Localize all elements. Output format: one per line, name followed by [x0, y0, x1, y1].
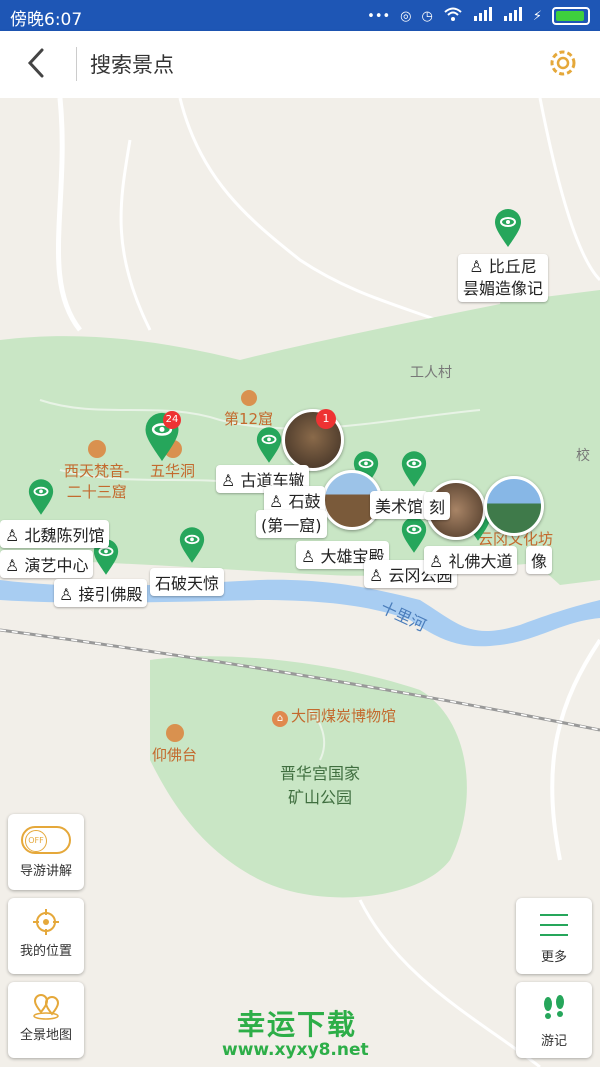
footprints-icon	[544, 995, 564, 1019]
spot-label[interactable]: ♙ 演艺中心	[0, 550, 94, 578]
person-icon: ♙	[5, 526, 20, 545]
cluster-badge: 24	[163, 411, 181, 429]
more-button[interactable]: 更多	[516, 898, 592, 974]
spot-label[interactable]: 石破天惊	[150, 568, 225, 596]
pin-icon[interactable]	[400, 450, 428, 488]
status-icons: ••• ◎ ◷ ⚡	[367, 6, 590, 26]
guide-toggle-button[interactable]: OFF 导游讲解	[8, 814, 84, 890]
spot-label[interactable]: ♙ 北魏陈列馆	[0, 520, 110, 548]
back-arrow-icon[interactable]	[20, 45, 56, 81]
spot-label[interactable]: (第一窟)	[256, 510, 327, 538]
spot-label[interactable]: ♙ 礼佛大道	[424, 546, 518, 574]
photo-pin[interactable]	[484, 476, 544, 536]
settings-gear-icon[interactable]	[546, 46, 580, 80]
status-time: 傍晚6:07	[10, 10, 83, 30]
wifi-icon	[443, 6, 463, 26]
divider	[76, 47, 77, 81]
charging-icon: ⚡	[532, 8, 542, 24]
top-bar: 搜索景点	[0, 31, 600, 98]
battery-icon	[552, 7, 590, 25]
poi-cave12[interactable]: 第12窟	[224, 390, 273, 429]
area-label: 工人村	[410, 365, 452, 381]
sync-icon: ◎	[400, 8, 412, 24]
overview-map-button[interactable]: 全景地图	[8, 982, 84, 1058]
my-location-button[interactable]: 我的位置	[8, 898, 84, 974]
cluster-badge: 1	[316, 409, 336, 429]
watermark-url: www.xyxy8.net	[222, 1040, 369, 1060]
map-pins-icon	[33, 994, 60, 1020]
more-dots-icon: •••	[367, 8, 391, 24]
signal-icon	[473, 7, 493, 25]
poi-yangfotai[interactable]: 仰佛台	[152, 724, 197, 765]
person-icon: ♙	[429, 552, 444, 571]
person-icon: ♙	[301, 547, 316, 566]
alarm-icon: ◷	[421, 8, 433, 24]
person-icon: ♙	[269, 492, 284, 511]
toggle-switch[interactable]: OFF	[21, 826, 71, 854]
person-icon: ♙	[369, 566, 384, 585]
pin-icon[interactable]	[255, 426, 283, 464]
spot-label[interactable]: ♙ 比丘尼 昙媚造像记	[458, 254, 549, 302]
person-icon: ♙	[221, 471, 236, 490]
person-icon: ♙	[59, 585, 74, 604]
poi-icon	[165, 724, 184, 742]
person-icon: ♙	[5, 556, 20, 575]
signal-icon-2	[503, 7, 523, 25]
spot-label[interactable]: ♙ 接引佛殿	[54, 579, 148, 607]
poi-coal-museum[interactable]: ⌂ 大同煤炭博物馆	[272, 705, 396, 727]
area-label: 校	[576, 448, 590, 464]
poi-icon: ⌂	[272, 711, 288, 727]
watermark-title: 幸运下载	[237, 1008, 358, 1041]
spot-label[interactable]: 像	[526, 546, 553, 574]
search-input[interactable]: 搜索景点	[90, 49, 174, 79]
pin-icon[interactable]	[27, 478, 55, 516]
travel-log-button[interactable]: 游记	[516, 982, 592, 1058]
menu-icon	[540, 914, 568, 936]
person-icon: ♙	[469, 257, 484, 276]
spot-label[interactable]: 刻	[424, 492, 451, 520]
pin-icon[interactable]	[178, 526, 206, 564]
map-canvas[interactable]: 工人村 校 十里河 晋华宫国家 矿山公园 ⌂ 大同煤炭博物馆 仰佛台 第12窟 西…	[0, 98, 600, 1067]
poi-xitian[interactable]: 西天梵音- 二十三窟	[64, 440, 129, 502]
crosshair-icon	[33, 909, 59, 935]
park-label: 晋华宫国家 矿山公园	[280, 764, 361, 807]
status-bar: 傍晚6:07 ••• ◎ ◷ ⚡	[0, 0, 600, 31]
poi-icon	[87, 440, 106, 458]
spot-label[interactable]: 美术馆	[370, 491, 429, 519]
pin-icon[interactable]	[493, 208, 523, 248]
poi-icon	[240, 390, 257, 406]
